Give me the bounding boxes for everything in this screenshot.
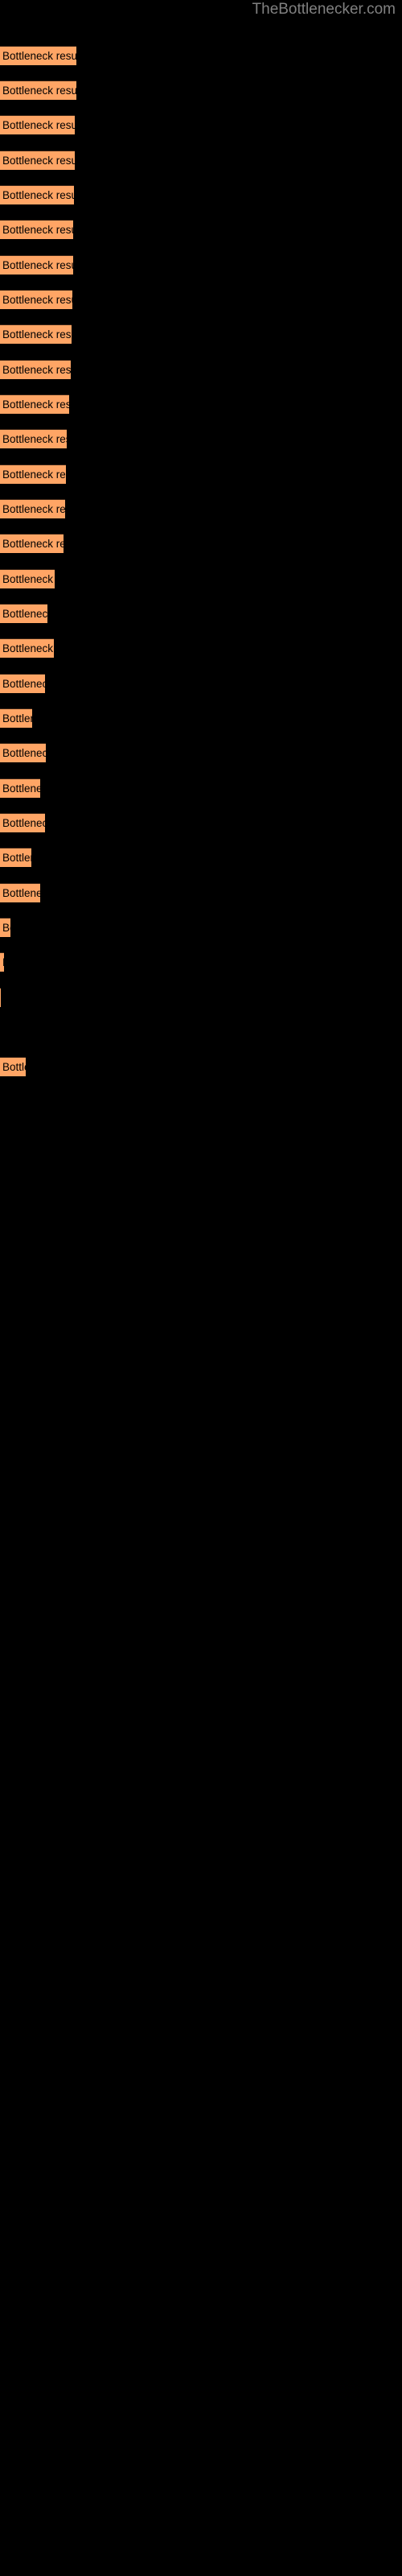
bar-rect[interactable]: Bottleneck result [0, 988, 1, 1007]
bottleneck-bar-chart: TheBottlenecker.com Bottleneck result Bot… [0, 0, 402, 2576]
bar-label: Bottleneck result [2, 608, 47, 620]
bar-rect[interactable]: Bottleneck result [0, 883, 40, 902]
bar-rect[interactable]: Bottleneck result [0, 429, 67, 448]
bar-label: Bottleneck result [2, 538, 64, 550]
bar-rect[interactable]: Bottleneck result [0, 708, 32, 728]
bar-label: Bottleneck result [2, 747, 46, 759]
bar-rect[interactable]: Bottleneck result [0, 848, 31, 867]
bar-rect[interactable]: Bottleneck result [0, 220, 73, 239]
bar-label: Bottleneck result [2, 224, 73, 236]
bar-rect[interactable]: Bottleneck result [0, 115, 75, 134]
bar-label: Bottleneck result [2, 503, 65, 515]
bar-rect[interactable]: Bottleneck result [0, 290, 72, 309]
bar-label: Bottleneck result [2, 119, 75, 131]
bar-label: Bottleneck result [2, 259, 73, 271]
bar-rect[interactable]: Bottleneck result [0, 324, 72, 344]
bar-label: Bottleneck result [2, 953, 4, 972]
bar-label: Bottleneck result [2, 852, 31, 864]
bar-rect[interactable]: Bottleneck result [0, 778, 40, 798]
bar-label: Bottleneck result [2, 433, 67, 445]
bar-rect[interactable]: Bottleneck result [0, 255, 73, 275]
bar-label: Bottleneck result [2, 364, 71, 376]
bar-rect[interactable]: Bottleneck result [0, 46, 76, 65]
bar-rect[interactable]: Bottleneck result [0, 638, 54, 658]
bar-rect[interactable]: Bottleneck result [0, 743, 46, 762]
bar-label: Bottleneck result [2, 85, 76, 97]
bar-label: Bottleneck result [2, 294, 72, 306]
bar-label: Bottleneck result [2, 782, 40, 795]
bar-rect[interactable]: Bottleneck result [0, 151, 75, 170]
bar-label: Bottleneck result [2, 328, 72, 341]
bar-rect[interactable]: Bottleneck result [0, 360, 71, 379]
bar-label: Bottleneck result [2, 398, 69, 411]
bar-label: Bottleneck result [2, 678, 45, 690]
bar-rect[interactable]: Bottleneck result [0, 499, 65, 518]
bar-rect[interactable]: Bottleneck result [0, 952, 4, 972]
bar-rect[interactable]: Bottleneck result [0, 534, 64, 553]
bar-rect[interactable]: Bottleneck result [0, 569, 55, 588]
bar-rect[interactable]: Bottleneck result [0, 464, 66, 484]
bar-label: Bottleneck result [2, 642, 54, 654]
bar-rect[interactable]: Bottleneck result [0, 813, 45, 832]
bar-rect[interactable]: Bottleneck result [0, 604, 47, 623]
chart-plot-area: Bottleneck result Bottleneck result Bottle… [0, 0, 402, 2576]
bar-rect[interactable]: Bottleneck result [0, 674, 45, 693]
bar-label: Bottleneck result [2, 189, 74, 201]
bar-label: Bottleneck result [2, 469, 66, 481]
bar-rect[interactable]: Bottleneck result [0, 1057, 26, 1076]
bar-label: Bottleneck result [2, 887, 40, 899]
bar-rect[interactable]: Bottleneck result [0, 80, 76, 100]
bar-label: Bottleneck result [2, 1061, 26, 1073]
bar-rect[interactable]: Bottleneck result [0, 185, 74, 204]
bar-label: Bottleneck result [2, 50, 76, 62]
bar-label: Bottleneck result [2, 155, 75, 167]
bar-label: Bottleneck result [2, 712, 32, 724]
bar-label: Bottleneck result [2, 817, 45, 829]
bar-rect[interactable]: Bottleneck result [0, 918, 10, 937]
bar-label: Bottleneck result [2, 573, 55, 585]
bar-label: Bottleneck result [2, 922, 10, 934]
bar-rect[interactable]: Bottleneck result [0, 394, 69, 414]
